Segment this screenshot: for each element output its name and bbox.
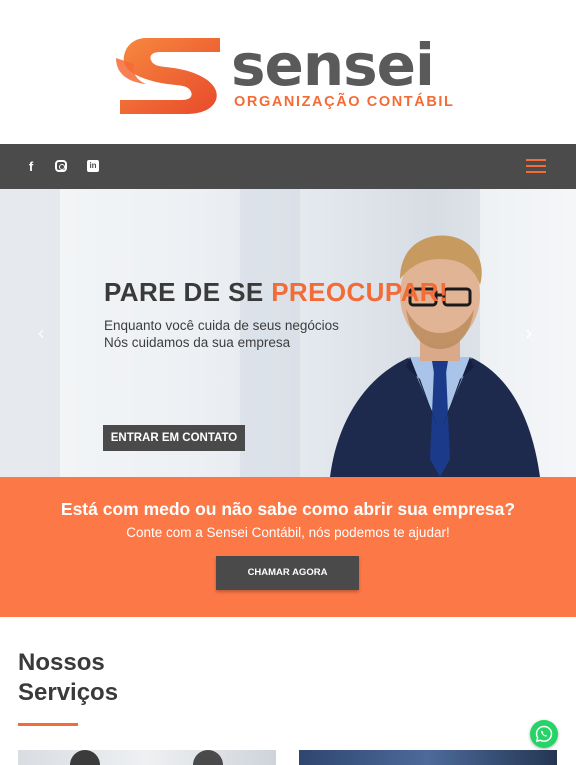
sensei-logo-mark-icon — [116, 38, 220, 114]
cta-title: Está com medo ou não sabe como abrir sua… — [60, 499, 516, 519]
service-card-image[interactable] — [18, 750, 276, 765]
contact-button[interactable]: ENTRAR EM CONTATO — [103, 425, 245, 451]
services-heading: Nossos Serviços — [18, 648, 118, 708]
menu-line — [526, 159, 546, 161]
cta-section: Está com medo ou não sabe como abrir sua… — [0, 477, 576, 617]
instagram-glyph — [55, 160, 67, 172]
hero-title: PARE DE SE PREOCUPAR! — [104, 277, 448, 308]
linkedin-icon[interactable]: in — [85, 158, 101, 174]
site-header: sensei ORGANIZAÇÃO CONTÁBIL — [0, 0, 576, 144]
slider-prev-arrow-icon[interactable]: ‹ — [33, 323, 49, 343]
person-head-image — [70, 750, 100, 765]
menu-line — [526, 171, 546, 173]
service-card-image[interactable] — [299, 750, 557, 765]
brand-name: sensei — [231, 31, 435, 99]
menu-line — [526, 165, 546, 167]
hamburger-menu-icon[interactable] — [526, 159, 546, 175]
services-divider — [18, 723, 78, 726]
social-bar: f in — [0, 144, 576, 189]
brand-tagline: ORGANIZAÇÃO CONTÁBIL — [234, 94, 455, 110]
call-now-button[interactable]: CHAMAR AGORA — [216, 556, 359, 590]
person-head-image — [193, 750, 223, 765]
services-heading-line2: Serviços — [18, 679, 119, 706]
whatsapp-glyph-icon — [535, 725, 553, 743]
hero-text-line1: Enquanto você cuida de seus negócios — [104, 318, 339, 333]
hero-slider: PARE DE SE PREOCUPAR! Enquanto você cuid… — [0, 189, 576, 477]
services-heading-line1: Nossos — [18, 649, 105, 676]
sensei-logo[interactable]: sensei ORGANIZAÇÃO CONTÁBIL — [116, 31, 461, 114]
slider-next-arrow-icon[interactable]: › — [521, 323, 537, 343]
whatsapp-icon[interactable] — [530, 720, 558, 748]
hero-background-blur — [240, 189, 300, 477]
facebook-icon[interactable]: f — [23, 158, 39, 174]
businessman-image — [330, 235, 540, 477]
hero-title-accent: PREOCUPAR! — [271, 277, 449, 307]
cta-subtitle: Conte com a Sensei Contábil, nós podemos… — [126, 525, 450, 540]
linkedin-glyph: in — [87, 160, 99, 172]
instagram-icon[interactable] — [53, 158, 69, 174]
hero-background-blur — [0, 189, 60, 477]
hero-text-line2: Nós cuidamos da sua empresa — [104, 335, 291, 350]
hero-title-part1: PARE DE SE — [104, 277, 272, 307]
